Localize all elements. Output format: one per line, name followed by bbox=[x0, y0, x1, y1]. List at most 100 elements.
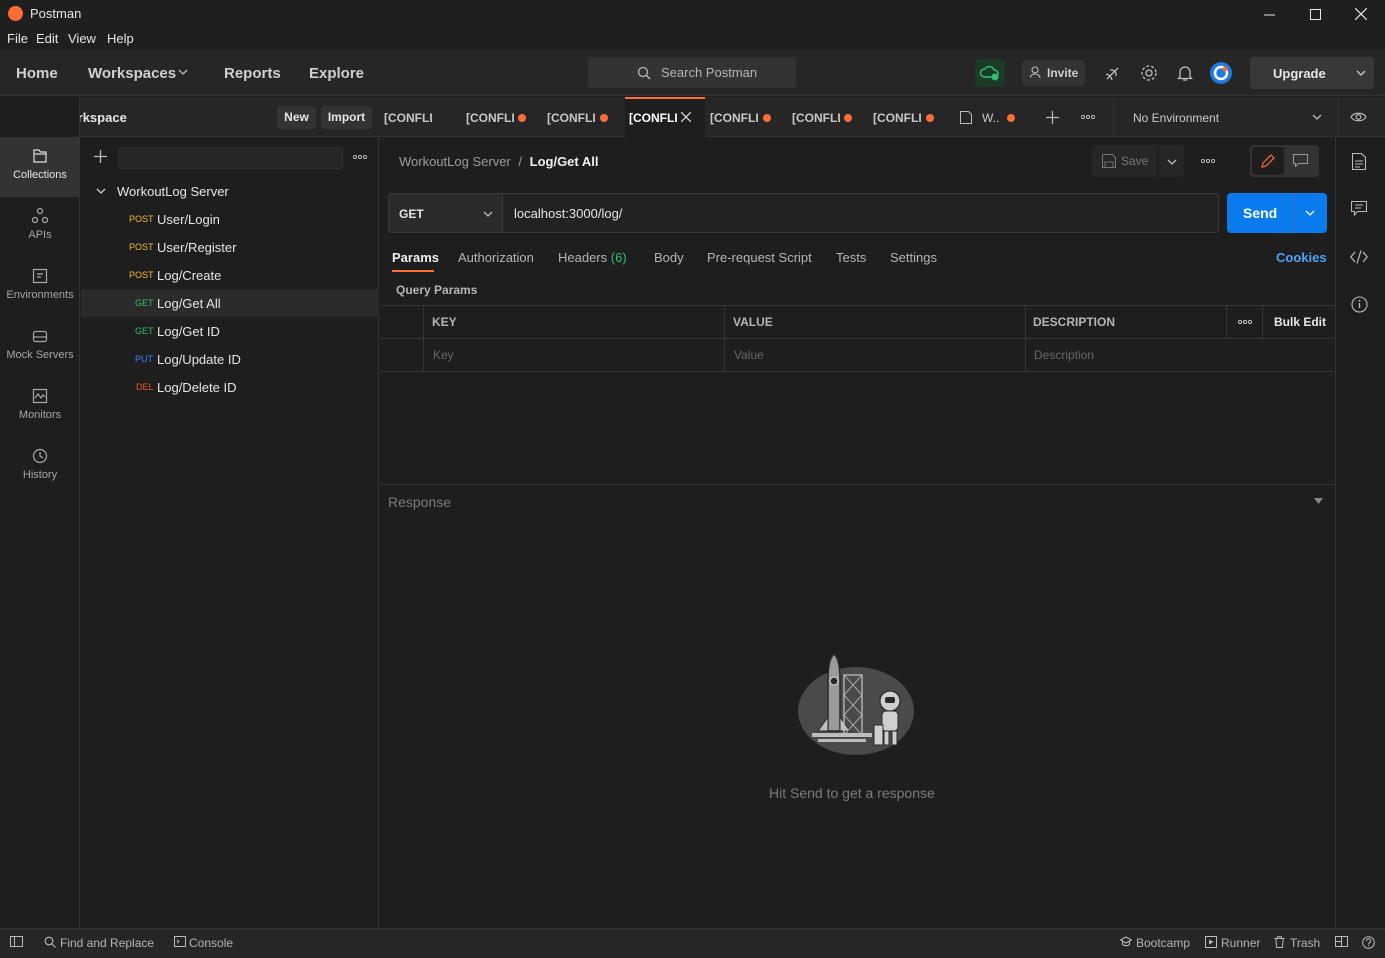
gear-icon[interactable] bbox=[1140, 64, 1158, 82]
find-replace-icon[interactable] bbox=[44, 936, 56, 948]
collapse-icon[interactable] bbox=[1314, 498, 1323, 504]
more-options-icon[interactable] bbox=[1201, 159, 1215, 163]
nav-reports[interactable]: Reports bbox=[224, 65, 281, 82]
value-input[interactable]: Value bbox=[725, 339, 1026, 372]
menu-help[interactable]: Help bbox=[107, 31, 134, 46]
menu-edit[interactable]: Edit bbox=[36, 31, 58, 46]
request-tab[interactable]: [CONFLI bbox=[462, 97, 542, 137]
menu-file[interactable]: File bbox=[7, 31, 28, 46]
new-tab-icon[interactable] bbox=[1046, 111, 1059, 124]
request-tab[interactable]: [CONFLI bbox=[788, 97, 868, 137]
bell-icon[interactable] bbox=[1177, 64, 1193, 82]
cookies-link[interactable]: Cookies bbox=[1276, 250, 1327, 265]
breadcrumb-parent[interactable]: WorkoutLog Server bbox=[399, 154, 511, 169]
upgrade-button[interactable]: Upgrade bbox=[1250, 57, 1374, 89]
maximize-icon[interactable] bbox=[1292, 0, 1338, 28]
request-item[interactable]: POST User/Register bbox=[81, 233, 379, 261]
chevron-down-icon[interactable] bbox=[1305, 210, 1315, 216]
bulk-edit-button[interactable]: Bulk Edit bbox=[1263, 306, 1334, 339]
request-item[interactable]: DEL Log/Delete ID bbox=[81, 373, 379, 401]
trash-button[interactable]: Trash bbox=[1290, 936, 1320, 950]
request-item[interactable]: PUT Log/Update ID bbox=[81, 345, 379, 373]
nav-home[interactable]: Home bbox=[16, 65, 58, 82]
request-item[interactable]: POST Log/Create bbox=[81, 261, 379, 289]
rail-history[interactable]: History bbox=[0, 437, 80, 497]
tab-authorization[interactable]: Authorization bbox=[458, 250, 534, 265]
minimize-icon[interactable] bbox=[1246, 0, 1292, 28]
nav-explore[interactable]: Explore bbox=[309, 65, 364, 82]
console-icon[interactable] bbox=[174, 936, 186, 947]
eye-icon[interactable] bbox=[1350, 111, 1367, 123]
send-button[interactable]: Send bbox=[1227, 193, 1327, 233]
tab-tests[interactable]: Tests bbox=[836, 250, 866, 265]
method-badge: POST bbox=[129, 270, 154, 280]
menu-view[interactable]: View bbox=[68, 31, 96, 46]
rail-environments[interactable]: Environments bbox=[0, 257, 80, 317]
new-button[interactable]: New bbox=[277, 106, 316, 129]
rail-apis[interactable]: APIs bbox=[0, 197, 80, 257]
chevron-down-icon[interactable] bbox=[178, 69, 188, 75]
save-button[interactable]: Save bbox=[1092, 145, 1157, 177]
breadcrumb-current[interactable]: Log/Get All bbox=[530, 154, 599, 169]
avatar[interactable] bbox=[1209, 61, 1233, 85]
request-tab[interactable]: [CONFLI bbox=[543, 97, 623, 137]
key-input[interactable]: Key bbox=[424, 339, 725, 372]
request-tab-active[interactable]: [CONFLI bbox=[625, 97, 705, 137]
tab-headers[interactable]: Headers (6) bbox=[558, 250, 627, 265]
documentation-icon[interactable] bbox=[1352, 153, 1366, 170]
comments-icon[interactable] bbox=[1351, 201, 1367, 216]
request-tab[interactable]: [CONFLI bbox=[706, 97, 786, 137]
bootcamp-icon[interactable] bbox=[1120, 936, 1132, 947]
code-icon[interactable] bbox=[1350, 250, 1368, 264]
help-icon[interactable] bbox=[1362, 936, 1375, 949]
filter-input[interactable] bbox=[118, 147, 343, 169]
close-window-icon[interactable] bbox=[1338, 0, 1384, 28]
request-name: User/Login bbox=[157, 212, 220, 227]
tab-body[interactable]: Body bbox=[654, 250, 684, 265]
request-item[interactable]: GET Log/Get ID bbox=[81, 317, 379, 345]
environment-selector[interactable]: No Environment bbox=[1114, 97, 1328, 137]
request-item-selected[interactable]: GET Log/Get All bbox=[81, 289, 379, 317]
edit-mode-button[interactable] bbox=[1252, 147, 1284, 175]
info-icon[interactable] bbox=[1351, 296, 1368, 313]
request-item[interactable]: POST User/Login bbox=[81, 205, 379, 233]
sidebar-toggle-icon[interactable] bbox=[10, 936, 23, 947]
sync-status-button[interactable] bbox=[975, 59, 1005, 87]
find-replace-button[interactable]: Find and Replace bbox=[60, 936, 154, 950]
satellite-icon[interactable] bbox=[1104, 65, 1121, 82]
rail-mock-servers[interactable]: Mock Servers bbox=[0, 317, 80, 377]
request-tab[interactable]: [CONFLI bbox=[869, 97, 949, 137]
invite-button[interactable]: Invite bbox=[1022, 60, 1085, 86]
response-pane: Response Hit Send to get a response bbox=[380, 484, 1334, 928]
method-select[interactable]: GET bbox=[388, 193, 503, 233]
more-options-icon[interactable] bbox=[353, 155, 367, 159]
tab-settings[interactable]: Settings bbox=[890, 250, 937, 265]
close-tab-icon[interactable] bbox=[681, 112, 691, 122]
table-options[interactable] bbox=[1227, 306, 1263, 339]
bootcamp-button[interactable]: Bootcamp bbox=[1136, 936, 1190, 950]
request-tab[interactable]: W.. bbox=[952, 97, 1022, 137]
table-header-key: KEY bbox=[424, 306, 725, 339]
import-button[interactable]: Import bbox=[321, 106, 372, 129]
runner-button[interactable]: Runner bbox=[1221, 936, 1260, 950]
more-tabs-icon[interactable] bbox=[1081, 115, 1095, 119]
table-header-checkbox-col bbox=[380, 306, 424, 339]
search-box[interactable]: Search Postman bbox=[588, 57, 796, 88]
save-options-button[interactable] bbox=[1159, 145, 1184, 177]
request-tab[interactable]: [CONFLI bbox=[380, 97, 460, 137]
cloud-sync-icon bbox=[979, 65, 999, 81]
collection-folder[interactable]: WorkoutLog Server bbox=[81, 177, 379, 205]
tab-pre-request-script[interactable]: Pre-request Script bbox=[707, 250, 812, 265]
console-button[interactable]: Console bbox=[189, 936, 233, 950]
nav-workspaces[interactable]: Workspaces bbox=[88, 65, 176, 82]
comment-icon[interactable] bbox=[1293, 154, 1308, 167]
trash-icon[interactable] bbox=[1274, 936, 1285, 948]
rail-collections[interactable]: Collections bbox=[0, 137, 80, 197]
tab-params[interactable]: Params bbox=[392, 250, 439, 265]
runner-icon[interactable] bbox=[1205, 936, 1217, 948]
description-input[interactable]: Description bbox=[1026, 339, 1334, 372]
two-pane-icon[interactable] bbox=[1335, 936, 1348, 947]
rail-monitors[interactable]: Monitors bbox=[0, 377, 80, 437]
url-input[interactable]: localhost:3000/log/ bbox=[503, 193, 1219, 233]
add-icon[interactable] bbox=[94, 150, 107, 163]
